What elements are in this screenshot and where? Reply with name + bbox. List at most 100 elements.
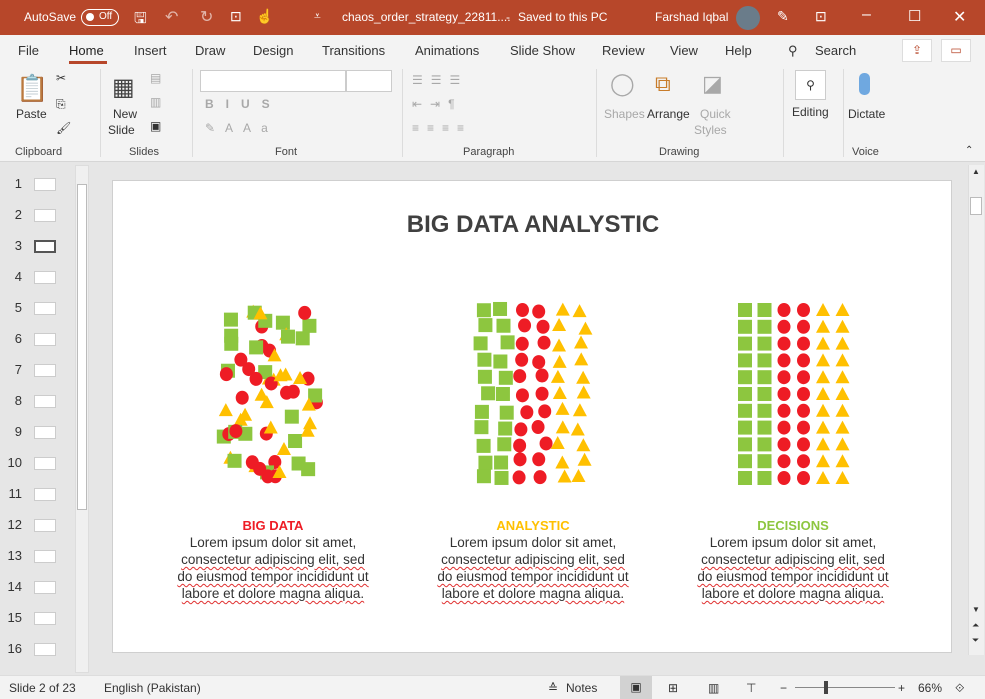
- align-buttons[interactable]: ≡≡≡≡: [412, 121, 472, 135]
- thumbnail-scrollbar[interactable]: [75, 165, 89, 673]
- dictate-button[interactable]: Dictate: [848, 107, 885, 121]
- fit-to-window-icon[interactable]: ⟐: [955, 681, 964, 696]
- tab-transitions[interactable]: Transitions: [322, 43, 385, 58]
- slide-thumbnail[interactable]: [34, 271, 56, 284]
- maximize-button[interactable]: ☐: [908, 7, 921, 25]
- tab-insert[interactable]: Insert: [134, 43, 167, 58]
- layout-icon[interactable]: ▤: [150, 71, 161, 85]
- scrollbar-thumb[interactable]: [77, 184, 87, 510]
- zoom-slider-thumb[interactable]: [824, 681, 828, 694]
- slide-thumbnail[interactable]: [34, 519, 56, 532]
- pen-icon[interactable]: ✎: [777, 8, 789, 25]
- editing-button[interactable]: Editing: [792, 105, 829, 119]
- slide-thumbnail[interactable]: [34, 395, 56, 408]
- share-button[interactable]: ⇪: [902, 39, 932, 62]
- previous-slide-icon[interactable]: ⏶: [972, 620, 979, 631]
- square-shape: [477, 369, 492, 384]
- slide-thumbnail[interactable]: [34, 178, 56, 191]
- arrange-button[interactable]: Arrange: [647, 107, 690, 121]
- shapes-icon[interactable]: ◯: [610, 71, 635, 97]
- triangle-shape: [557, 469, 572, 483]
- slide-sorter-button[interactable]: ⊞: [668, 681, 678, 695]
- slide-thumbnail[interactable]: [34, 581, 56, 594]
- paste-button[interactable]: Paste: [16, 107, 47, 121]
- tab-view[interactable]: View: [670, 43, 698, 58]
- shapes-button[interactable]: Shapes: [604, 107, 645, 121]
- tab-help[interactable]: Help: [725, 43, 752, 58]
- font-color-buttons[interactable]: ✎AAa: [205, 121, 278, 135]
- slide-thumbnail[interactable]: [34, 643, 56, 656]
- autosave-toggle[interactable]: Off: [81, 9, 119, 26]
- save-icon[interactable]: 🖫: [134, 8, 147, 33]
- new-slide-button[interactable]: Slide: [108, 123, 135, 137]
- font-size-input[interactable]: [346, 70, 392, 92]
- tab-animations[interactable]: Animations: [415, 43, 479, 58]
- slide-thumbnail[interactable]: [34, 488, 56, 501]
- comments-button[interactable]: ▭: [941, 39, 971, 62]
- avatar[interactable]: [736, 6, 760, 30]
- slide-thumbnail[interactable]: [34, 457, 56, 470]
- format-painter-icon[interactable]: 🖌: [56, 121, 71, 135]
- present-icon[interactable]: ⊡: [230, 8, 242, 25]
- search-box[interactable]: Search: [815, 43, 856, 58]
- touch-mode-icon[interactable]: ☝: [256, 8, 273, 25]
- notes-icon[interactable]: ≙: [548, 681, 558, 695]
- slide-thumbnail[interactable]: [34, 209, 56, 222]
- notes-button[interactable]: Notes: [566, 681, 597, 695]
- close-button[interactable]: ✕: [953, 7, 966, 27]
- quick-styles-icon[interactable]: ◪: [702, 71, 723, 97]
- copy-icon[interactable]: ⎘: [56, 97, 66, 112]
- slide-thumbnail[interactable]: [34, 333, 56, 346]
- user-name[interactable]: Farshad Iqbal: [655, 10, 728, 24]
- slide-thumbnail[interactable]: [34, 364, 56, 377]
- tab-design[interactable]: Design: [253, 43, 293, 58]
- paste-icon[interactable]: 📋: [16, 73, 48, 104]
- search-icon[interactable]: ⚲: [788, 43, 798, 59]
- minimize-button[interactable]: –: [862, 6, 871, 24]
- microphone-icon[interactable]: [859, 73, 870, 95]
- arrange-icon[interactable]: ⧉: [655, 71, 671, 97]
- new-slide-label[interactable]: New: [113, 107, 137, 121]
- triangle-shape: [816, 471, 830, 484]
- section-icon[interactable]: ▣: [150, 119, 161, 133]
- collapse-ribbon-icon[interactable]: ⌃: [965, 145, 973, 156]
- tab-home[interactable]: Home: [69, 43, 104, 58]
- tab-draw[interactable]: Draw: [195, 43, 225, 58]
- scrollbar-thumb[interactable]: [970, 197, 982, 215]
- language-indicator[interactable]: English (Pakistan): [104, 681, 201, 695]
- font-format-buttons[interactable]: BIUS: [205, 97, 282, 111]
- quick-styles-label[interactable]: Quick: [700, 107, 731, 121]
- slide-thumbnail[interactable]: [34, 550, 56, 563]
- slide-canvas[interactable]: BIG DATA ANALYSTIC BIG DATA Lorem ipsum …: [112, 180, 952, 653]
- indent-buttons[interactable]: ⇤⇥¶: [412, 97, 463, 111]
- slide-thumbnail[interactable]: [34, 612, 56, 625]
- slide-scrollbar[interactable]: ▲ ▼ ⏶ ⏷: [968, 165, 984, 655]
- next-slide-icon[interactable]: ⏷: [972, 635, 979, 646]
- zoom-level[interactable]: 66%: [918, 681, 942, 695]
- tab-slide-show[interactable]: Slide Show: [510, 43, 575, 58]
- customize-toolbar-icon[interactable]: ⩡: [314, 9, 321, 24]
- slide-thumbnail[interactable]: [34, 426, 56, 439]
- new-slide-icon[interactable]: ▦: [112, 73, 135, 102]
- ribbon-display-icon[interactable]: ⊡: [815, 8, 827, 25]
- slide-thumbnail[interactable]: [34, 302, 56, 315]
- reset-icon[interactable]: ▥: [150, 95, 161, 109]
- find-icon[interactable]: ⚲: [795, 70, 826, 100]
- undo-icon[interactable]: ↶: [165, 7, 178, 27]
- tab-file[interactable]: File: [18, 43, 39, 58]
- cut-icon[interactable]: ✂: [56, 71, 66, 85]
- circle-shape: [532, 304, 546, 319]
- shapes-graphic[interactable]: [113, 181, 953, 654]
- slideshow-button[interactable]: ⊤: [746, 681, 756, 695]
- reading-view-button[interactable]: ▥: [708, 681, 719, 695]
- list-buttons[interactable]: ☰☰☰: [412, 73, 468, 87]
- tab-review[interactable]: Review: [602, 43, 645, 58]
- zoom-slider[interactable]: [795, 687, 895, 688]
- redo-icon[interactable]: ↻: [200, 7, 213, 27]
- font-name-input[interactable]: [200, 70, 346, 92]
- normal-view-button[interactable]: ▣: [620, 676, 652, 699]
- quick-styles-button[interactable]: Styles: [694, 123, 727, 137]
- zoom-in-button[interactable]: +: [898, 681, 905, 695]
- zoom-out-button[interactable]: −: [780, 681, 787, 695]
- slide-thumbnail[interactable]: [34, 240, 56, 253]
